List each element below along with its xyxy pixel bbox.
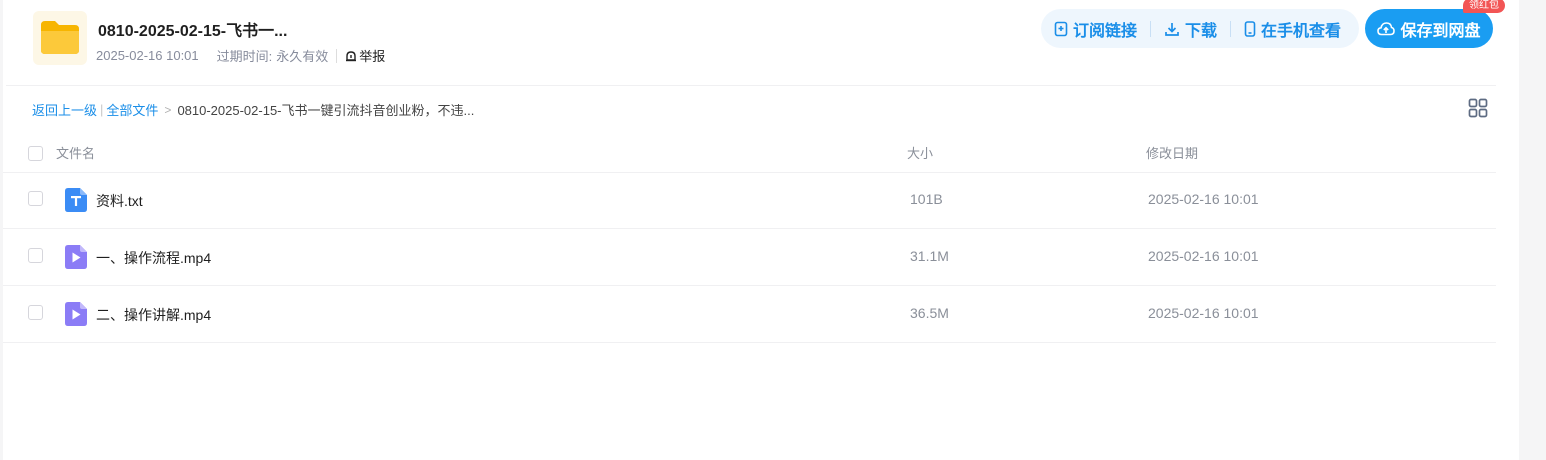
mobile-label: 在手机查看 — [1261, 22, 1342, 40]
video-file-icon — [65, 302, 87, 326]
all-files-link[interactable]: 全部文件 — [106, 100, 158, 119]
row-checkbox[interactable] — [28, 191, 43, 206]
bookmark-plus-icon — [1054, 21, 1068, 36]
file-size: 36.5M — [910, 305, 949, 321]
breadcrumb: 返回上一级 | 全部文件 > 0810-2025-02-15-飞书一键引流抖音创… — [32, 100, 474, 119]
row-divider — [3, 342, 1496, 343]
grid-view-icon[interactable] — [1468, 98, 1488, 118]
column-header-name[interactable]: 文件名 — [56, 143, 95, 162]
subscribe-label: 订阅链接 — [1073, 22, 1138, 40]
file-size: 101B — [910, 191, 943, 207]
file-date: 2025-02-16 10:01 — [1148, 305, 1259, 321]
breadcrumb-divider: | — [100, 102, 104, 117]
back-link[interactable]: 返回上一级 — [32, 100, 97, 119]
download-icon — [1165, 22, 1179, 36]
cloud-upload-icon — [1377, 21, 1396, 35]
share-date: 2025-02-16 10:01 — [96, 48, 199, 63]
file-size: 31.1M — [910, 248, 949, 264]
share-page: 0810-2025-02-15-飞书一... 2025-02-16 10:01 … — [3, 0, 1519, 460]
download-button[interactable]: 下载 — [1151, 17, 1230, 41]
file-name[interactable]: 资料.txt — [96, 191, 143, 211]
action-bar: 订阅链接 下载 在手机查看 — [1041, 9, 1359, 48]
table-row[interactable]: 资料.txt 101B 2025-02-16 10:01 — [3, 172, 1496, 229]
download-label: 下载 — [1185, 22, 1218, 40]
meta-divider — [336, 48, 338, 63]
subscribe-link-button[interactable]: 订阅链接 — [1041, 17, 1150, 41]
folder-icon — [33, 11, 87, 65]
table-row[interactable]: 一、操作流程.mp4 31.1M 2025-02-16 10:01 — [3, 229, 1496, 286]
video-file-icon — [65, 245, 87, 269]
file-name[interactable]: 二、操作讲解.mp4 — [96, 305, 211, 325]
share-meta: 2025-02-16 10:01 过期时间: 永久有效 举报 — [96, 46, 385, 65]
save-to-netdisk-button[interactable]: 保存到网盘 — [1365, 9, 1493, 48]
save-label: 保存到网盘 — [1400, 22, 1481, 40]
warning-icon — [346, 50, 357, 61]
expiry-value: 永久有效 — [276, 49, 329, 64]
expiry-label: 过期时间: — [216, 49, 273, 64]
table-row[interactable]: 二、操作讲解.mp4 36.5M 2025-02-16 10:01 — [3, 286, 1496, 343]
header-divider — [6, 85, 1496, 86]
share-title: 0810-2025-02-15-飞书一... — [98, 23, 288, 40]
column-header-date[interactable]: 修改日期 — [1146, 143, 1198, 162]
select-all-checkbox[interactable] — [28, 146, 43, 161]
view-on-phone-button[interactable]: 在手机查看 — [1231, 17, 1354, 41]
red-packet-badge[interactable]: 领红包 — [1463, 0, 1505, 13]
row-checkbox[interactable] — [28, 305, 43, 320]
chevron-right-icon: > — [164, 102, 172, 117]
file-date: 2025-02-16 10:01 — [1148, 248, 1259, 264]
report-link[interactable]: 举报 — [345, 46, 385, 65]
file-name[interactable]: 一、操作流程.mp4 — [96, 248, 211, 268]
report-label: 举报 — [359, 49, 386, 64]
column-header-size[interactable]: 大小 — [907, 143, 933, 162]
text-file-icon — [65, 188, 87, 212]
mobile-phone-icon — [1244, 20, 1256, 37]
breadcrumb-current: 0810-2025-02-15-飞书一键引流抖音创业粉，不违... — [177, 103, 475, 118]
row-checkbox[interactable] — [28, 248, 43, 263]
file-date: 2025-02-16 10:01 — [1148, 191, 1259, 207]
